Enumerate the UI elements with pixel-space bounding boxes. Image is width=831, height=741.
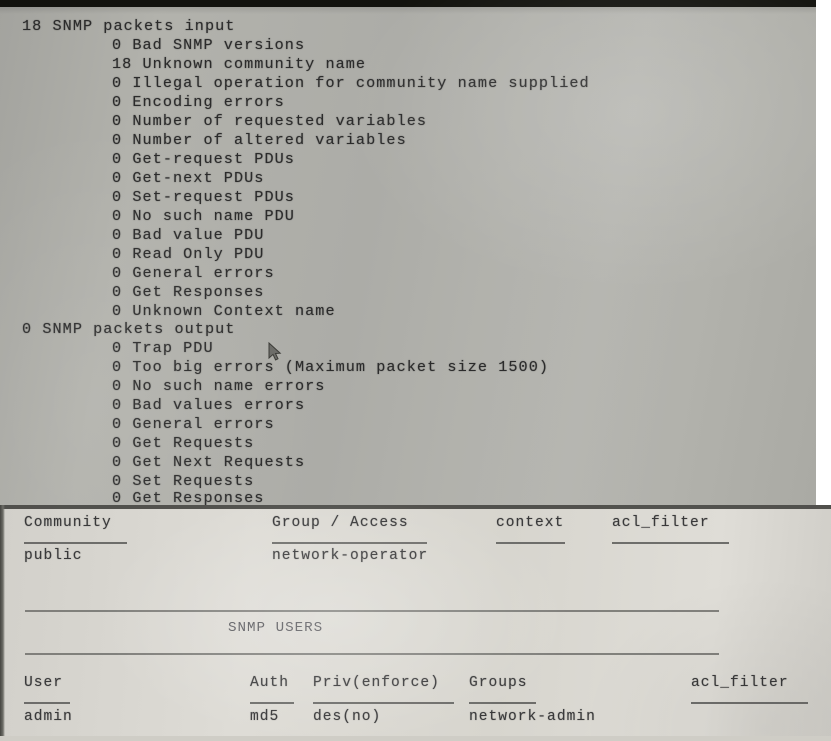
snmp-input-counter-12: 0 General errors <box>112 264 275 282</box>
snmp-input-counter-4: 0 Number of requested variables <box>112 112 428 130</box>
bottom-panel-bottom-edge <box>0 736 831 741</box>
snmp-input-counter-7: 0 Get-next PDUs <box>112 169 265 187</box>
users-header-user: User <box>24 675 64 691</box>
community-header-context: context <box>496 515 565 531</box>
snmp-output-counter-1: 0 Too big errors (Maximum packet size 15… <box>112 358 550 376</box>
snmp-output-counter-7: 0 Set Requests <box>112 472 255 490</box>
snmp-output-counter-4: 0 General errors <box>112 415 275 433</box>
users-section-rule-top <box>25 610 719 612</box>
snmp-input-counter-13: 0 Get Responses <box>112 283 265 301</box>
users-underline-priv <box>313 702 454 704</box>
users-section-rule-bottom <box>25 653 719 655</box>
snmp-input-counter-3: 0 Encoding errors <box>112 93 285 111</box>
community-header-acl-filter: acl_filter <box>612 515 710 531</box>
users-underline-acl-filter <box>691 702 808 704</box>
snmp-input-counter-14: 0 Unknown Context name <box>112 302 336 320</box>
bottom-panel-left-edge <box>0 505 5 741</box>
snmp-input-counter-10: 0 Bad value PDU <box>112 226 265 244</box>
panel-top-edge <box>0 0 816 7</box>
snmp-input-counter-8: 0 Set-request PDUs <box>112 188 295 206</box>
snmp-output-counter-6: 0 Get Next Requests <box>112 453 306 471</box>
community-underline-acl-filter <box>612 542 729 544</box>
snmp-input-counter-9: 0 No such name PDU <box>112 207 295 225</box>
snmp-input-header: 18 SNMP packets input <box>22 17 236 35</box>
community-header-community: Community <box>24 515 112 531</box>
users-header-priv: Priv(enforce) <box>313 675 440 691</box>
community-underline-context <box>496 542 565 544</box>
snmp-community-users-panel: Community Group / Access context acl_fil… <box>0 505 831 741</box>
snmp-output-counter-0: 0 Trap PDU <box>112 339 214 357</box>
users-row-user: admin <box>24 709 73 725</box>
snmp-input-counter-5: 0 Number of altered variables <box>112 131 407 149</box>
snmp-output-header: 0 SNMP packets output <box>22 320 236 338</box>
snmp-output-counter-8: 0 Get Responses <box>112 489 265 505</box>
snmp-input-counter-0: 0 Bad SNMP versions <box>112 36 306 54</box>
users-underline-user <box>24 702 70 704</box>
community-underline-group-access <box>272 542 427 544</box>
community-header-group-access: Group / Access <box>272 515 409 531</box>
users-header-acl-filter: acl_filter <box>691 675 789 691</box>
users-section-title: SNMP USERS <box>228 620 324 636</box>
snmp-statistics-panel: 18 SNMP packets input 0 Bad SNMP version… <box>0 0 816 505</box>
snmp-input-counter-11: 0 Read Only PDU <box>112 245 265 263</box>
snmp-output-counter-3: 0 Bad values errors <box>112 396 306 414</box>
community-row-group-access: network-operator <box>272 548 429 564</box>
screenshot-root: 18 SNMP packets input 0 Bad SNMP version… <box>0 0 831 741</box>
users-row-priv: des(no) <box>313 709 382 725</box>
snmp-output-counter-5: 0 Get Requests <box>112 434 255 452</box>
users-row-groups: network-admin <box>469 709 596 725</box>
users-underline-auth <box>250 702 294 704</box>
snmp-output-counter-2: 0 No such name errors <box>112 377 326 395</box>
users-underline-groups <box>469 702 536 704</box>
community-row-community: public <box>24 548 83 564</box>
bottom-panel-glare-overlay <box>0 505 831 741</box>
bottom-panel-top-edge <box>0 505 831 509</box>
users-row-auth: md5 <box>250 709 280 725</box>
users-header-groups: Groups <box>469 675 528 691</box>
snmp-input-counter-1: 18 Unknown community name <box>112 55 367 73</box>
snmp-input-counter-6: 0 Get-request PDUs <box>112 150 295 168</box>
snmp-input-counter-2: 0 Illegal operation for community name s… <box>112 74 590 92</box>
users-header-auth: Auth <box>250 675 290 691</box>
community-underline-community <box>24 542 127 544</box>
